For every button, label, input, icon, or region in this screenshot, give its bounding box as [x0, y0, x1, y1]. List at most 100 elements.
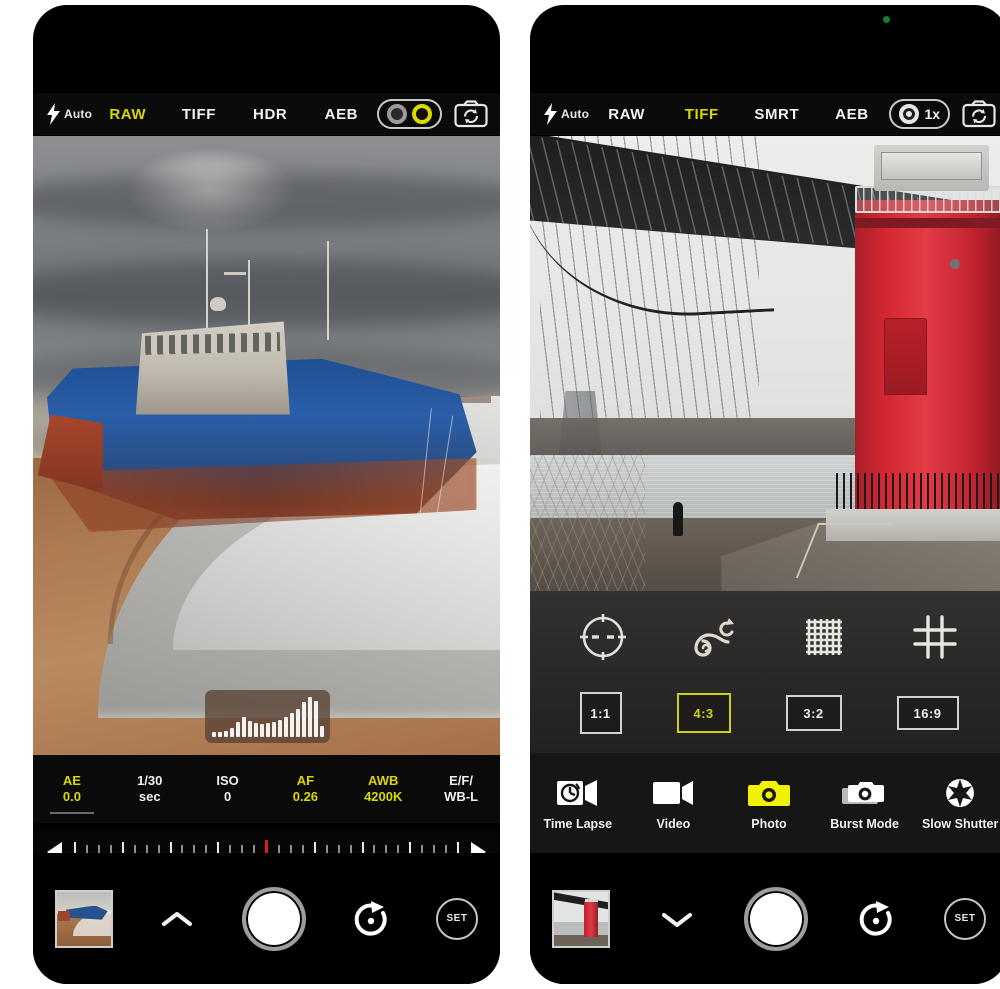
exposure-cell-label: AF — [296, 772, 315, 788]
phone-left: Auto RAW TIFF HDR AEB AE 0.0 1/30 sec IS… — [33, 5, 500, 984]
mode-smrt-right[interactable]: SMRT — [739, 106, 814, 123]
self-timer-icon[interactable] — [351, 899, 391, 939]
mode-time-lapse[interactable]: Time Lapse — [530, 776, 626, 831]
bottombar-left: SET — [33, 853, 500, 984]
mode-label-time-lapse: Time Lapse — [543, 816, 613, 831]
time-lapse-icon — [555, 776, 601, 810]
rule-of-thirds-grid-icon[interactable] — [906, 608, 964, 666]
zoom-toggle[interactable]: 1x — [889, 99, 951, 129]
histogram-bar — [271, 721, 276, 737]
brush — [530, 454, 645, 591]
exposure-cell-awb[interactable]: AWB 4200K — [344, 773, 422, 806]
last-photo-thumbnail[interactable] — [55, 889, 113, 948]
camera-mode-strip: Time Lapse Video Photo Burst Mode Slow S… — [530, 753, 1000, 853]
zoom-level-label: 1x — [924, 106, 941, 122]
lens-tele-icon[interactable] — [412, 104, 432, 124]
histogram-bar — [277, 719, 282, 737]
mode-tiff-right[interactable]: TIFF — [664, 106, 739, 123]
histogram-bar — [301, 702, 306, 737]
histogram-overlay[interactable] — [205, 690, 330, 743]
flip-camera-icon[interactable] — [962, 100, 996, 128]
exposure-cell-value: 0.26 — [292, 789, 319, 804]
fine-grid-icon[interactable] — [795, 608, 853, 666]
exposure-info-strip: AE 0.0 1/30 sec ISO 0 AF 0.26 AWB 4200K E/F/WB-L — [33, 755, 500, 823]
aspect-ratio-4-3[interactable]: 4:3 — [676, 693, 731, 733]
chevron-down-icon[interactable] — [658, 907, 696, 931]
histogram-bar — [295, 708, 300, 737]
composition-panel: 1:1 4:3 3:2 16:9 — [530, 591, 1000, 753]
screenshot-stage: Auto RAW TIFF HDR AEB AE 0.0 1/30 sec IS… — [0, 0, 1000, 989]
lens-toggle[interactable] — [377, 99, 442, 129]
self-timer-icon[interactable] — [856, 899, 896, 939]
topbar-right: Auto RAW TIFF SMRT AEB 1x — [530, 93, 1000, 135]
exposure-cell-value: 0 — [223, 789, 232, 804]
flash-auto-label: Auto — [561, 107, 590, 121]
flash-control-right[interactable]: Auto — [544, 103, 589, 125]
histogram-bar — [211, 732, 216, 737]
chevron-up-icon[interactable] — [158, 907, 196, 931]
last-photo-thumbnail[interactable] — [552, 889, 610, 948]
histogram-bar — [235, 721, 240, 737]
phone-right: Auto RAW TIFF SMRT AEB 1x 1:1 4:3 3:2 16… — [530, 5, 1000, 984]
histogram-bar — [319, 726, 324, 737]
shutter-button[interactable] — [241, 886, 306, 951]
aspect-ratio-label: 16:9 — [913, 705, 942, 721]
composition-tools — [530, 591, 1000, 683]
mode-hdr-left[interactable]: HDR — [235, 106, 306, 123]
aspect-ratio-16-9[interactable]: 16:9 — [896, 696, 959, 730]
viewfinder-left[interactable] — [33, 136, 500, 755]
mode-aeb-left[interactable]: AEB — [306, 106, 377, 123]
histogram-bar — [223, 730, 228, 737]
histogram-bar — [259, 724, 264, 737]
histogram-bar — [217, 731, 222, 737]
histogram-bar — [313, 700, 318, 737]
mode-burst[interactable]: Burst Mode — [817, 776, 913, 831]
histogram-bar — [247, 720, 252, 737]
exposure-cell-label: 1/30 — [137, 772, 163, 788]
flash-control[interactable]: Auto — [47, 103, 92, 125]
aspect-ratio-3-2[interactable]: 3:2 — [785, 695, 842, 731]
mode-slow-shutter[interactable]: Slow Shutter — [912, 776, 1000, 831]
exposure-cell-iso[interactable]: ISO 0 — [189, 773, 267, 806]
histogram-bar — [289, 713, 294, 737]
green-camera-dot — [883, 16, 890, 23]
exposure-cell-1-30[interactable]: 1/30 sec — [111, 773, 189, 806]
level-horizon-icon[interactable] — [574, 608, 632, 666]
golden-spiral-icon[interactable] — [685, 608, 743, 666]
video-icon — [650, 776, 696, 810]
ship-windows — [144, 332, 281, 355]
mode-tiff-left[interactable]: TIFF — [163, 106, 234, 123]
exposure-cell-label: AE — [62, 772, 81, 788]
exposure-cell-value: 4200K — [364, 789, 403, 804]
mode-raw-right[interactable]: RAW — [589, 106, 664, 123]
mode-raw-left[interactable]: RAW — [92, 106, 163, 123]
lens-main-icon[interactable] — [899, 104, 920, 124]
mode-photo[interactable]: Photo — [721, 776, 817, 831]
mode-label-burst: Burst Mode — [830, 816, 899, 831]
mode-aeb-right[interactable]: AEB — [814, 106, 889, 123]
exposure-cell-af[interactable]: AF 0.26 — [266, 773, 344, 806]
exposure-cell-value: WB-L — [444, 789, 479, 804]
settings-button[interactable]: SET — [944, 897, 986, 940]
flash-bolt-icon — [544, 103, 557, 125]
aspect-ratio-1-1[interactable]: 1:1 — [579, 692, 622, 734]
mode-label-slow-shutter: Slow Shutter — [921, 816, 999, 831]
histogram-bar — [241, 717, 246, 737]
lighthouse-photo — [530, 136, 1000, 591]
aspect-ratio-label: 4:3 — [693, 705, 714, 721]
ship-photo — [33, 136, 500, 755]
lens-wide-icon[interactable] — [387, 104, 407, 124]
exposure-cell-ae[interactable]: AE 0.0 — [33, 772, 111, 814]
shutter-button[interactable] — [744, 886, 808, 951]
mode-video[interactable]: Video — [626, 776, 722, 831]
viewfinder-right[interactable] — [530, 136, 1000, 591]
exposure-cell-e-f[interactable]: E/F/WB-L — [422, 773, 500, 806]
exposure-cell-value: 0.0 — [62, 789, 81, 804]
mode-label-video: Video — [656, 816, 691, 831]
aperture-icon — [937, 776, 983, 810]
settings-button[interactable]: SET — [436, 897, 478, 940]
photo-camera-icon — [746, 776, 792, 810]
exposure-cell-label: ISO — [216, 772, 239, 788]
lighthouse-tower — [855, 199, 1000, 519]
flip-camera-icon[interactable] — [454, 100, 488, 128]
